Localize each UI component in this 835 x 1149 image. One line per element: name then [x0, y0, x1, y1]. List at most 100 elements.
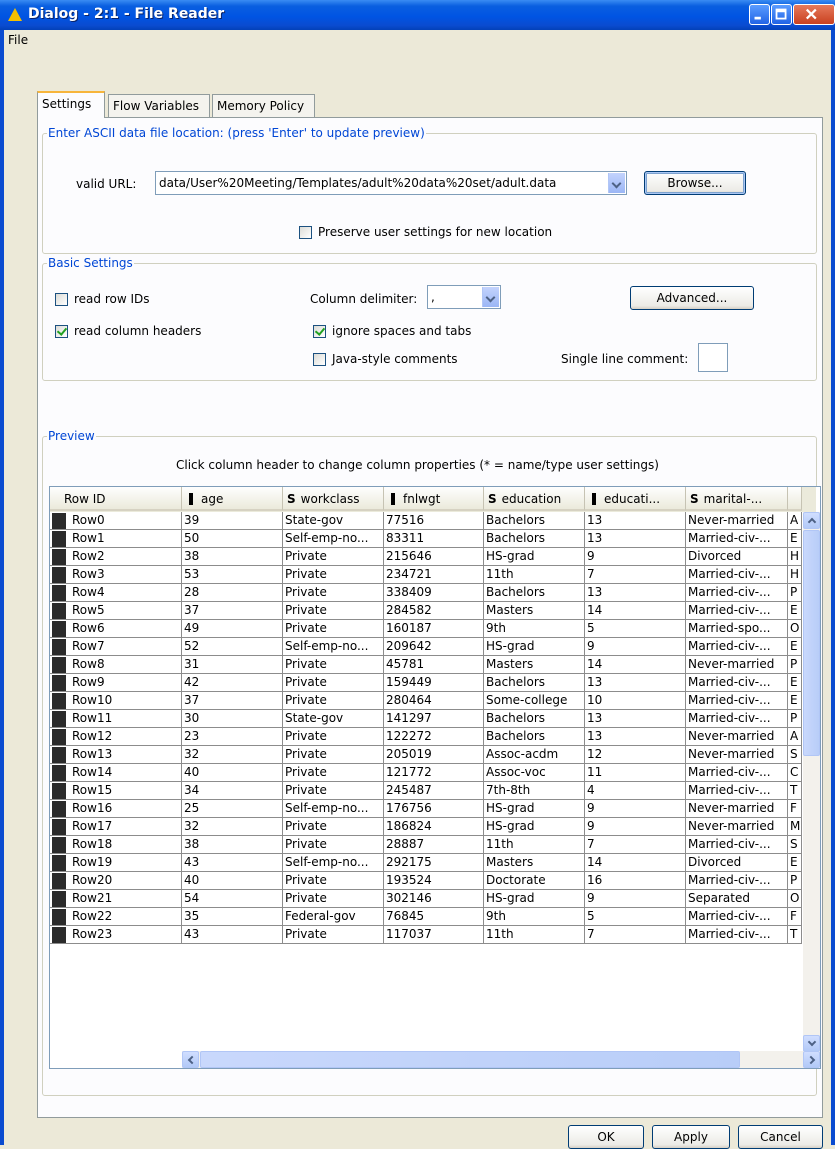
cell-value: 13 [587, 585, 603, 599]
table-cell: Bachelors [484, 584, 585, 602]
column-header[interactable]: Row ID [50, 487, 182, 511]
cell-value: 83311 [386, 531, 425, 545]
cell-value: Self-emp-no... [285, 855, 369, 869]
apply-button[interactable]: Apply [652, 1125, 730, 1149]
table-row[interactable]: Row11 30 State-gov 141297 Bachelors 13 Married… [50, 710, 816, 728]
close-button[interactable] [793, 4, 835, 25]
table-row[interactable]: Row6 49 Private 160187 9th 5 Married-spo... O [50, 620, 816, 638]
horizontal-scrollbar[interactable] [182, 1051, 820, 1068]
table-cell: Never-married [686, 656, 788, 674]
table-row[interactable]: Row21 54 Private 302146 HS-grad 9 Separated O [50, 890, 816, 908]
scroll-right-arrow-icon[interactable] [803, 1051, 820, 1068]
cell-value: Private [285, 567, 327, 581]
cancel-button[interactable]: Cancel [738, 1125, 823, 1149]
preview-table[interactable]: Row ID age Sworkclass fnlwgt Seducation educa… [49, 486, 821, 1069]
column-header[interactable]: age [182, 487, 283, 511]
table-cell: State-gov [283, 710, 384, 728]
ignore-spaces-checkbox[interactable] [313, 325, 326, 338]
table-cell: 49 [182, 620, 283, 638]
cell-value: Divorced [688, 549, 742, 563]
browse-button[interactable]: Browse... [644, 171, 746, 195]
row-id-cell: Row0 [50, 512, 182, 530]
cell-value: Row9 [72, 675, 105, 689]
column-header[interactable]: educati... [585, 487, 686, 511]
cell-value: Self-emp-no... [285, 531, 369, 545]
column-header[interactable]: Smarital-... [686, 487, 788, 511]
preserve-settings-checkbox[interactable] [299, 226, 312, 239]
table-cell: 13 [585, 512, 686, 530]
column-header[interactable]: Seducation [484, 487, 585, 511]
horizontal-scroll-thumb[interactable] [200, 1051, 740, 1068]
table-row[interactable]: Row20 40 Private 193524 Doctorate 16 Married-c… [50, 872, 816, 890]
cell-value: Private [285, 891, 327, 905]
table-row[interactable]: Row15 34 Private 245487 7th-8th 4 Married-civ-… [50, 782, 816, 800]
table-cell: Private [283, 764, 384, 782]
cell-value: E [790, 603, 798, 617]
table-row[interactable]: Row10 37 Private 280464 Some-college 10 Marrie… [50, 692, 816, 710]
url-combobox[interactable]: data/User%20Meeting/Templates/adult%20da… [155, 171, 627, 195]
maximize-icon [775, 8, 787, 20]
column-header[interactable]: fnlwgt [384, 487, 484, 511]
column-delimiter-combobox[interactable]: , [427, 285, 501, 309]
table-cell: 338409 [384, 584, 484, 602]
minimize-button[interactable] [749, 4, 770, 25]
menu-file[interactable]: File [8, 33, 28, 47]
cell-value: 45781 [386, 657, 425, 671]
advanced-button[interactable]: Advanced... [630, 286, 754, 310]
table-row[interactable]: Row23 43 Private 117037 11th 7 Married-civ-...… [50, 926, 816, 944]
cell-value: A [790, 513, 799, 527]
cell-value: Married-civ-... [688, 927, 771, 941]
tab-memory-policy[interactable]: Memory Policy [212, 94, 315, 117]
tab-settings[interactable]: Settings [37, 91, 105, 118]
scroll-down-arrow-icon[interactable] [803, 1035, 820, 1052]
table-row[interactable]: Row14 40 Private 121772 Assoc-voc 11 Married-c… [50, 764, 816, 782]
read-row-ids-checkbox[interactable] [55, 293, 68, 306]
vertical-scroll-thumb[interactable] [803, 530, 820, 756]
table-cell: 43 [182, 854, 283, 872]
cell-value: O [790, 891, 800, 905]
table-cell: 7 [585, 836, 686, 854]
cell-value: Row15 [72, 783, 113, 797]
table-row[interactable]: Row12 23 Private 122272 Bachelors 13 Never-mar… [50, 728, 816, 746]
table-row[interactable]: Row0 39 State-gov 77516 Bachelors 13 Never-mar… [50, 512, 816, 530]
vertical-scrollbar[interactable] [803, 512, 820, 1052]
table-cell: Private [283, 836, 384, 854]
table-cell: 5 [585, 620, 686, 638]
table-cell: 14 [585, 656, 686, 674]
cell-value: 14 [587, 657, 603, 671]
chevron-down-icon[interactable] [608, 173, 625, 193]
scroll-left-arrow-icon[interactable] [182, 1051, 199, 1068]
scroll-up-arrow-icon[interactable] [803, 512, 820, 529]
table-cell: P [788, 710, 802, 728]
read-column-headers-checkbox[interactable] [55, 325, 68, 338]
table-cell: 11th [484, 566, 585, 584]
row-marker-icon [52, 693, 66, 709]
column-header[interactable]: Sworkclass [283, 487, 384, 511]
tab-flow-variables[interactable]: Flow Variables [108, 94, 210, 117]
table-row[interactable]: Row2 38 Private 215646 HS-grad 9 Divorced H [50, 548, 816, 566]
table-row[interactable]: Row7 52 Self-emp-no... 209642 HS-grad 9 Marrie… [50, 638, 816, 656]
table-row[interactable]: Row8 31 Private 45781 Masters 14 Never-married… [50, 656, 816, 674]
table-row[interactable]: Row1 50 Self-emp-no... 83311 Bachelors 13 Marr… [50, 530, 816, 548]
table-row[interactable]: Row9 42 Private 159449 Bachelors 13 Married-ci… [50, 674, 816, 692]
table-row[interactable]: Row22 35 Federal-gov 76845 9th 5 Married-civ-.… [50, 908, 816, 926]
cell-value: Masters [486, 603, 534, 617]
column-header[interactable] [788, 487, 802, 511]
ok-button[interactable]: OK [568, 1125, 644, 1149]
table-row[interactable]: Row3 53 Private 234721 11th 7 Married-civ-... H [50, 566, 816, 584]
java-comments-checkbox[interactable] [313, 353, 326, 366]
table-row[interactable]: Row19 43 Self-emp-no... 292175 Masters 14 Divo… [50, 854, 816, 872]
table-row[interactable]: Row17 32 Private 186824 HS-grad 9 Never-marrie… [50, 818, 816, 836]
table-cell: 141297 [384, 710, 484, 728]
maximize-button[interactable] [771, 4, 792, 25]
table-row[interactable]: Row16 25 Self-emp-no... 176756 HS-grad 9 Never… [50, 800, 816, 818]
table-row[interactable]: Row18 38 Private 28887 11th 7 Married-civ-... S [50, 836, 816, 854]
title-bar[interactable]: Dialog - 2:1 - File Reader [0, 0, 835, 30]
table-row[interactable]: Row13 32 Private 205019 Assoc-acdm 12 Never-ma… [50, 746, 816, 764]
row-marker-icon [52, 621, 66, 637]
cell-value: Married-civ-... [688, 837, 771, 851]
table-row[interactable]: Row4 28 Private 338409 Bachelors 13 Married-ci… [50, 584, 816, 602]
single-line-comment-input[interactable] [698, 343, 728, 372]
chevron-down-icon[interactable] [482, 287, 499, 307]
table-row[interactable]: Row5 37 Private 284582 Masters 14 Married-civ-… [50, 602, 816, 620]
